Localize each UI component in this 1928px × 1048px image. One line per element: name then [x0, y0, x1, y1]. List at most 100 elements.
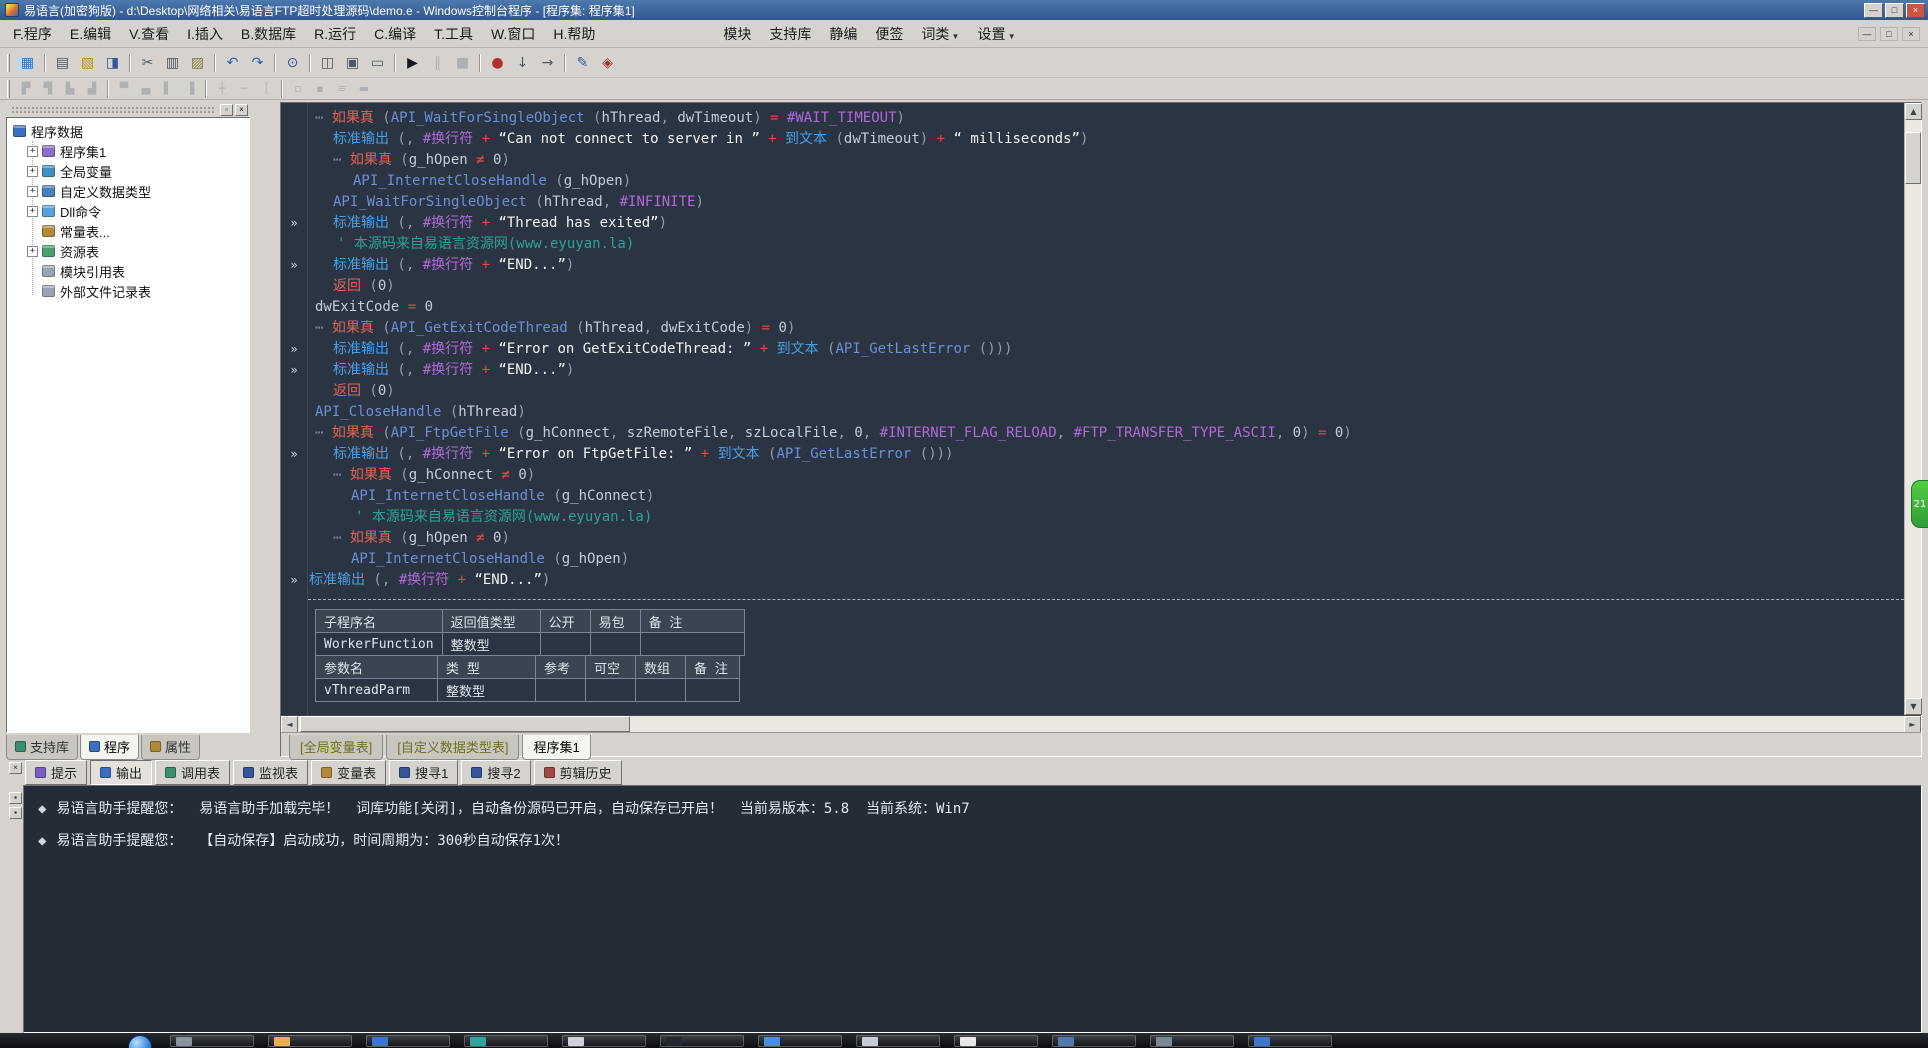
code-line[interactable]: API_WaitForSingleObject (hThread, #INFIN…: [281, 192, 1904, 213]
stop-icon[interactable]: ■: [450, 51, 475, 74]
panel-drag-handle[interactable]: [11, 105, 215, 114]
find-icon[interactable]: ⊙: [280, 51, 305, 74]
tree-item-assembly1[interactable]: + 程序集1: [7, 141, 249, 161]
taskbar-button[interactable]: [856, 1035, 940, 1047]
bring-front-icon[interactable]: ▫: [287, 80, 309, 98]
output-tab[interactable]: 输出: [90, 759, 153, 785]
arrange-window-icon[interactable]: ▭: [365, 51, 390, 74]
tile-window-icon[interactable]: ◫: [315, 51, 340, 74]
table-cell[interactable]: [539, 632, 591, 656]
close-button[interactable]: ×: [1906, 2, 1925, 18]
mdi-restore-button[interactable]: □: [1880, 26, 1898, 41]
scroll-down-button[interactable]: ▼: [1905, 698, 1922, 715]
taskbar-button[interactable]: [1052, 1035, 1136, 1047]
scroll-left-button[interactable]: ◄: [281, 716, 298, 733]
menu-item[interactable]: B.数据库: [232, 21, 305, 47]
menu-item[interactable]: C.编译: [365, 21, 425, 47]
table-cell[interactable]: [639, 632, 745, 656]
toolbar-grip[interactable]: [7, 53, 10, 72]
code-line[interactable]: ⋯ 如果真 (API_FtpGetFile (g_hConnect, szRem…: [281, 423, 1904, 444]
table-cell[interactable]: WorkerFunction: [315, 632, 443, 656]
vscroll-track[interactable]: [1905, 120, 1921, 698]
code-line[interactable]: API_CloseHandle (hThread): [281, 402, 1904, 423]
new-file-icon[interactable]: ▤: [50, 51, 75, 74]
editor-vertical-scrollbar[interactable]: ▲ ▼: [1904, 103, 1922, 715]
editor-horizontal-scrollbar[interactable]: ◄ ►: [281, 715, 1921, 733]
code-line[interactable]: ⋯ 如果真 (API_GetExitCodeThread (hThread, d…: [281, 318, 1904, 339]
send-back-icon[interactable]: ▪: [309, 80, 331, 98]
code-line[interactable]: » 标准输出 (, #换行符 + “Error on FtpGetFile: ” …: [281, 444, 1904, 465]
table-cell[interactable]: [589, 632, 641, 656]
table-cell[interactable]: [685, 678, 740, 702]
menu-item[interactable]: R.运行: [305, 21, 365, 47]
edit-icon[interactable]: ✎: [570, 51, 595, 74]
run-icon[interactable]: ▶: [400, 51, 425, 74]
global-vars-tab[interactable]: [全局变量表]: [289, 735, 384, 760]
output-console[interactable]: ◆ 易语言助手提醒您： 易语言助手加载完毕！ 词库功能[关闭]，自动备份源码已开启…: [23, 785, 1922, 1033]
space-horizontal-icon[interactable]: ─: [233, 80, 255, 98]
call-table-tab[interactable]: 调用表: [155, 759, 231, 785]
code-line[interactable]: dwExitCode = 0: [281, 297, 1904, 318]
taskbar-button[interactable]: [660, 1035, 744, 1047]
code-line[interactable]: ⋯ 如果真 (g_hOpen ≠ 0): [281, 150, 1904, 171]
step-over-icon[interactable]: →: [535, 51, 560, 74]
align-bottom-icon[interactable]: ▟: [81, 80, 103, 98]
tab-order-icon[interactable]: ▬: [353, 80, 375, 98]
breakpoint-icon[interactable]: ●: [485, 51, 510, 74]
panel-close-button[interactable]: ×: [235, 103, 248, 116]
taskbar-button[interactable]: [1150, 1035, 1234, 1047]
menu-item[interactable]: 设置 ▼: [968, 21, 1024, 47]
assistant-badge[interactable]: 21: [1911, 480, 1928, 528]
menu-item[interactable]: I.插入: [178, 21, 232, 47]
vscroll-thumb[interactable]: [1905, 132, 1921, 184]
code-line[interactable]: » 标准输出 (, #换行符 + “END...”): [281, 360, 1904, 381]
clip-history-tab[interactable]: 剪辑历史: [533, 759, 622, 785]
code-line[interactable]: ' 本源码来自易语言资源网(www.eyuyan.la): [281, 234, 1904, 255]
custom-types-tab[interactable]: [自定义数据类型表]: [386, 735, 520, 760]
search1-tab[interactable]: 搜寻1: [389, 759, 459, 785]
code-line[interactable]: API_InternetCloseHandle (g_hConnect): [281, 486, 1904, 507]
save-icon[interactable]: ◨: [100, 51, 125, 74]
expander-icon[interactable]: +: [27, 185, 38, 197]
scroll-right-button[interactable]: ►: [1904, 716, 1921, 733]
paste-icon[interactable]: ▨: [185, 51, 210, 74]
menu-item[interactable]: W.窗口: [482, 21, 544, 47]
open-file-icon[interactable]: ▧: [75, 51, 100, 74]
scroll-up-button[interactable]: ▲: [1905, 103, 1922, 120]
hscroll-thumb[interactable]: [300, 716, 630, 732]
mdi-close-button[interactable]: ×: [1902, 26, 1920, 41]
elang-assistant-icon[interactable]: ◈: [595, 51, 620, 74]
table-cell[interactable]: [635, 678, 686, 702]
copy-icon[interactable]: ▥: [160, 51, 185, 74]
tree-item-global-vars[interactable]: + 全局变量: [7, 161, 249, 181]
hscroll-track[interactable]: [298, 716, 1904, 732]
pause-icon[interactable]: ∥: [425, 51, 450, 74]
tree-item-dll-commands[interactable]: + Dll命令: [7, 201, 249, 221]
mdi-minimize-button[interactable]: —: [1858, 26, 1876, 41]
taskbar-button[interactable]: [562, 1035, 646, 1047]
taskbar-button[interactable]: [464, 1035, 548, 1047]
grid-icon[interactable]: ┼: [211, 80, 233, 98]
minimize-button[interactable]: —: [1864, 2, 1883, 18]
space-vertical-icon[interactable]: │: [255, 80, 277, 98]
menu-item[interactable]: V.查看: [120, 21, 178, 47]
taskbar-button[interactable]: [268, 1035, 352, 1047]
menu-item[interactable]: 支持库: [760, 21, 820, 47]
menu-item[interactable]: 模块: [714, 21, 760, 47]
code-line[interactable]: 标准输出 (, #换行符 + “Can not connect to serve…: [281, 129, 1904, 150]
close-output-button[interactable]: ×: [9, 762, 22, 774]
tree-item-module-refs-table[interactable]: 模块引用表: [7, 261, 249, 281]
program-tab[interactable]: 程序: [80, 735, 140, 760]
table-cell[interactable]: vThreadParm: [315, 678, 438, 702]
assembly1-tab[interactable]: 程序集1: [522, 735, 591, 760]
table-cell[interactable]: [585, 678, 636, 702]
same-width-icon[interactable]: ▀: [113, 80, 135, 98]
tree-item-resources-table[interactable]: + 资源表: [7, 241, 249, 261]
code-line[interactable]: » 标准输出 (, #换行符 + “Error on GetExitCodeThr…: [281, 339, 1904, 360]
menu-item[interactable]: F.程序: [4, 21, 61, 47]
panel-float-button[interactable]: ▫: [220, 103, 233, 116]
code-line[interactable]: » 标准输出 (, #换行符 + “Thread has exited”): [281, 213, 1904, 234]
code-line[interactable]: ⋯ 如果真 (API_WaitForSingleObject (hThread,…: [281, 108, 1904, 129]
expander-icon[interactable]: +: [27, 165, 38, 177]
taskbar-button[interactable]: [758, 1035, 842, 1047]
